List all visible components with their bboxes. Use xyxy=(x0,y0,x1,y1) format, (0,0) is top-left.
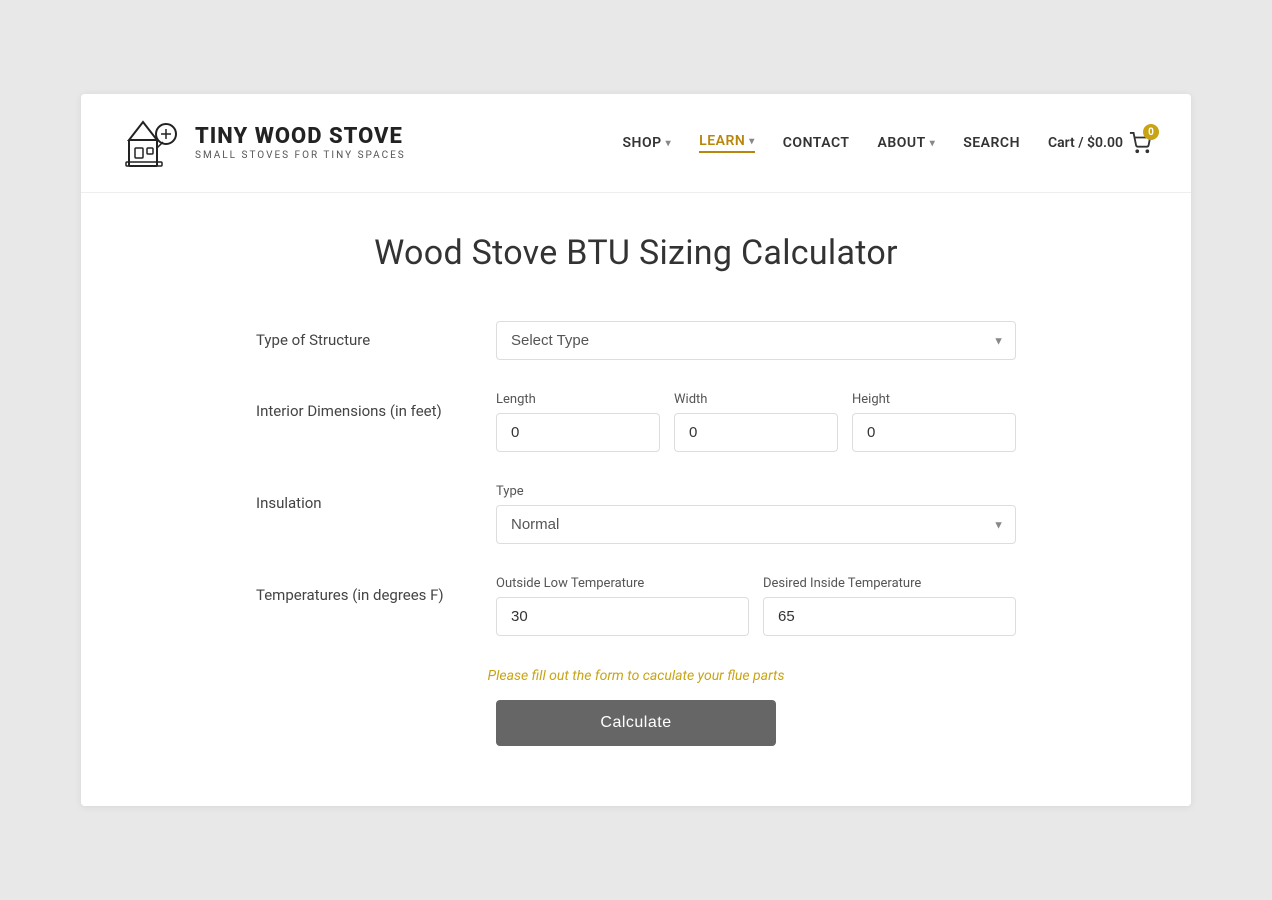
cart-area[interactable]: Cart / $0.00 0 xyxy=(1048,132,1151,154)
outside-low-label: Outside Low Temperature xyxy=(496,576,749,591)
insulation-fields: Type Normal Poor Good Excellent xyxy=(496,484,1016,544)
length-group: Length xyxy=(496,392,660,452)
desired-inside-label: Desired Inside Temperature xyxy=(763,576,1016,591)
width-input[interactable] xyxy=(674,413,838,452)
dimensions-inputs: Length Width Height xyxy=(496,392,1016,452)
type-of-structure-fields: Select Type House Cabin Tent Van Tiny Ho… xyxy=(496,321,1016,360)
cart-badge: 0 xyxy=(1143,124,1159,140)
insulation-select[interactable]: Normal Poor Good Excellent xyxy=(496,505,1016,544)
calculator-form: Type of Structure Select Type House Cabi… xyxy=(256,321,1016,746)
nav-item-contact[interactable]: CONTACT xyxy=(783,135,850,151)
nav-label-about: ABOUT xyxy=(878,135,926,151)
type-of-structure-label: Type of Structure xyxy=(256,321,476,349)
logo-icon xyxy=(121,112,183,174)
nav-label-learn: LEARN xyxy=(699,133,745,149)
insulation-type-label: Type xyxy=(496,484,1016,499)
insulation-row: Insulation Type Normal Poor Good Excelle… xyxy=(256,484,1016,544)
width-group: Width xyxy=(674,392,838,452)
chevron-down-icon: ▾ xyxy=(666,138,672,149)
main-content: Wood Stove BTU Sizing Calculator Type of… xyxy=(81,193,1191,806)
nav-label-contact: CONTACT xyxy=(783,135,850,151)
outside-low-input[interactable] xyxy=(496,597,749,636)
type-select[interactable]: Select Type House Cabin Tent Van Tiny Ho… xyxy=(496,321,1016,360)
validation-message: Please fill out the form to caculate you… xyxy=(256,668,1016,684)
logo-text: TINY WOOD STOVE SMALL STOVES FOR TINY SP… xyxy=(195,125,406,160)
outside-temp-group: Outside Low Temperature xyxy=(496,576,749,636)
logo-title: TINY WOOD STOVE xyxy=(195,125,406,149)
type-of-structure-row: Type of Structure Select Type House Cabi… xyxy=(256,321,1016,360)
chevron-down-icon: ▾ xyxy=(749,136,755,147)
length-label: Length xyxy=(496,392,660,407)
width-label: Width xyxy=(674,392,838,407)
nav-item-about[interactable]: ABOUT ▾ xyxy=(878,135,936,151)
temp-inputs: Outside Low Temperature Desired Inside T… xyxy=(496,576,1016,636)
temperatures-row: Temperatures (in degrees F) Outside Low … xyxy=(256,576,1016,636)
header: TINY WOOD STOVE SMALL STOVES FOR TINY SP… xyxy=(81,94,1191,193)
nav-item-search[interactable]: SEARCH xyxy=(963,135,1020,151)
height-input[interactable] xyxy=(852,413,1016,452)
dimensions-label: Interior Dimensions (in feet) xyxy=(256,392,476,420)
nav-item-learn[interactable]: LEARN ▾ xyxy=(699,133,755,153)
nav: SHOP ▾ LEARN ▾ CONTACT ABOUT ▾ SEARCH Ca… xyxy=(623,132,1151,154)
insulation-label: Insulation xyxy=(256,484,476,512)
dimensions-fields: Length Width Height xyxy=(496,392,1016,452)
nav-item-shop[interactable]: SHOP ▾ xyxy=(623,135,672,151)
cart-icon-wrap: 0 xyxy=(1129,132,1151,154)
inside-temp-group: Desired Inside Temperature xyxy=(763,576,1016,636)
dimensions-row: Interior Dimensions (in feet) Length Wid… xyxy=(256,392,1016,452)
temperatures-label: Temperatures (in degrees F) xyxy=(256,576,476,604)
nav-label-search: SEARCH xyxy=(963,135,1020,151)
desired-inside-input[interactable] xyxy=(763,597,1016,636)
length-input[interactable] xyxy=(496,413,660,452)
insulation-select-wrapper: Normal Poor Good Excellent xyxy=(496,505,1016,544)
nav-label-shop: SHOP xyxy=(623,135,662,151)
logo-area: TINY WOOD STOVE SMALL STOVES FOR TINY SP… xyxy=(121,112,406,174)
type-select-wrapper: Select Type House Cabin Tent Van Tiny Ho… xyxy=(496,321,1016,360)
page-title: Wood Stove BTU Sizing Calculator xyxy=(161,233,1111,273)
calculate-button[interactable]: Calculate xyxy=(496,700,776,746)
height-group: Height xyxy=(852,392,1016,452)
height-label: Height xyxy=(852,392,1016,407)
logo-subtitle: SMALL STOVES FOR TINY SPACES xyxy=(195,150,406,161)
page-wrapper: TINY WOOD STOVE SMALL STOVES FOR TINY SP… xyxy=(81,94,1191,806)
cart-label: Cart / $0.00 xyxy=(1048,135,1123,151)
chevron-down-icon: ▾ xyxy=(930,138,936,149)
temperatures-fields: Outside Low Temperature Desired Inside T… xyxy=(496,576,1016,636)
